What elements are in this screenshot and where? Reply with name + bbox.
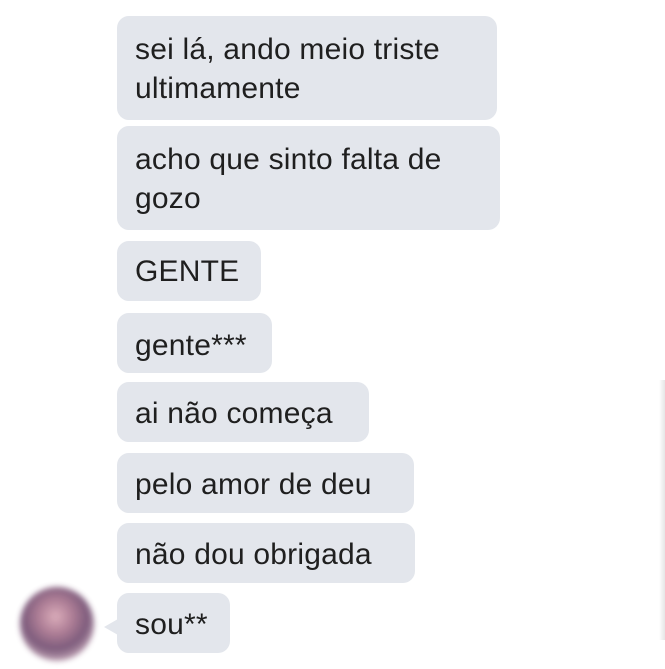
bubble-tail: [104, 619, 118, 635]
chat-thread: sei lá, ando meio triste ultimamente ach…: [0, 0, 665, 669]
sender-avatar[interactable]: [20, 587, 94, 661]
message-bubble[interactable]: GENTE: [117, 241, 261, 301]
message-bubble[interactable]: acho que sinto falta de gozo: [117, 126, 500, 230]
message-bubble[interactable]: sei lá, ando meio triste ultimamente: [117, 16, 497, 120]
scrollbar-edge: [659, 380, 665, 640]
message-bubble[interactable]: pelo amor de deu: [117, 453, 414, 513]
message-bubble[interactable]: ai não começa: [117, 382, 369, 442]
message-bubble[interactable]: não dou obrigada: [117, 523, 415, 583]
message-bubble[interactable]: sou**: [117, 593, 230, 653]
message-bubble[interactable]: gente***: [117, 313, 272, 373]
